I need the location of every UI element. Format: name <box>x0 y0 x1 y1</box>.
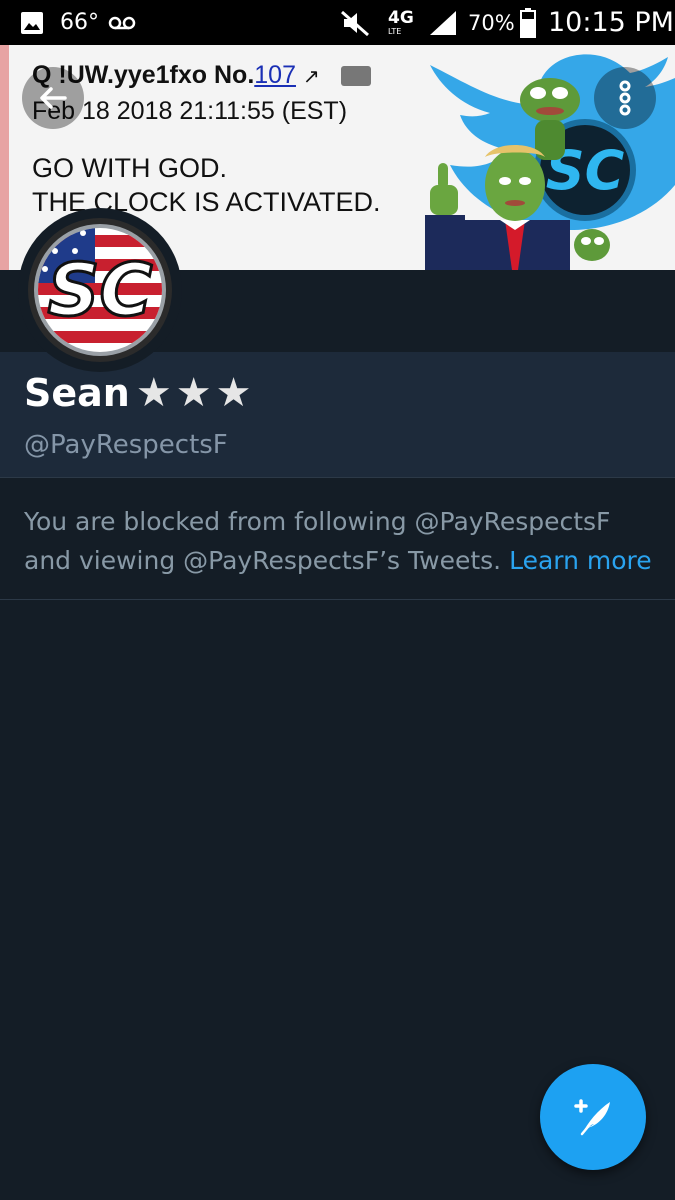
status-bar: 66° 4G LTE 70% 10:15 PM <box>0 0 675 45</box>
folder-icon <box>340 66 371 87</box>
blocked-notice: You are blocked from following @PayRespe… <box>24 502 654 580</box>
avatar-logo: SC <box>28 218 172 362</box>
external-link-icon: ↗ <box>302 66 320 88</box>
compose-tweet-button[interactable] <box>540 1064 646 1170</box>
banner-edge <box>0 45 9 270</box>
clock: 10:15 PM <box>548 7 674 38</box>
signal-icon <box>428 0 458 45</box>
temperature: 66° <box>60 10 99 35</box>
avatar-logo-text: SC <box>48 248 153 332</box>
post-number: 107 <box>254 61 296 89</box>
profile-name: Sean <box>24 371 130 415</box>
more-options-button[interactable] <box>594 67 656 129</box>
network-type: 4G <box>388 7 414 28</box>
network-indicator: 4G LTE <box>388 0 414 45</box>
battery-percent: 70% <box>468 10 515 35</box>
divider <box>0 477 675 478</box>
more-vertical-icon <box>619 80 631 116</box>
learn-more-link[interactable]: Learn more <box>509 546 652 575</box>
divider <box>0 599 675 600</box>
gallery-icon <box>20 0 44 45</box>
avatar[interactable]: SC <box>18 208 182 372</box>
post-line-1: GO WITH GOD. <box>32 153 227 183</box>
battery-icon <box>520 0 536 45</box>
profile-handle: @PayRespectsF <box>24 430 228 460</box>
profile-name-row: Sean ★★★ <box>24 370 255 416</box>
profile-stars: ★★★ <box>135 370 256 416</box>
back-button[interactable] <box>22 67 84 129</box>
voicemail-icon <box>108 0 136 45</box>
network-sub: LTE <box>388 26 402 36</box>
compose-tweet-icon <box>574 1099 610 1136</box>
arrow-left-icon <box>40 87 67 109</box>
post-header: Q !UW.yye1fxo No.107 ↗ <box>32 61 371 90</box>
mute-icon <box>340 0 372 45</box>
